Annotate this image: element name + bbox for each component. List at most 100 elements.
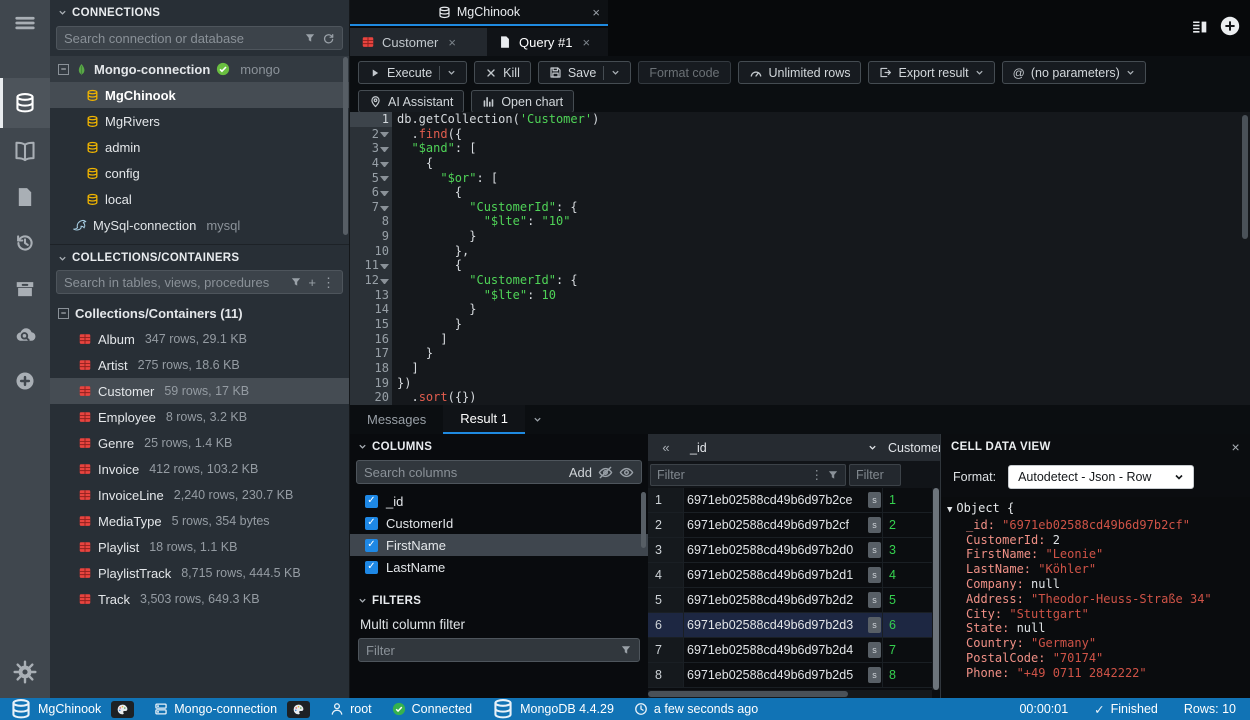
collection-item[interactable]: Invoice 412 rows, 103.2 KB [50,456,349,482]
nav-reference[interactable] [0,128,50,174]
line-gutter[interactable]: 10 [350,244,392,259]
fold-arrow-icon[interactable] [380,188,389,197]
connection-item-mongo[interactable]: − Mongo-connection mongo [50,56,349,82]
statusbar-status[interactable]: Connected [392,702,472,716]
multi-column-filter-input[interactable]: Filter [358,638,640,662]
table-search-input[interactable]: Search in tables, views, procedures + ⋮ [56,270,343,294]
statusbar-connection[interactable]: Mongo-connection [154,701,310,718]
new-tab-icon[interactable] [1220,16,1240,36]
checkbox-checked-icon[interactable]: ✓ [365,539,378,552]
line-gutter[interactable]: 4 [350,156,392,171]
checkbox-checked-icon[interactable]: ✓ [365,561,378,574]
line-gutter[interactable]: 1 [350,112,392,127]
row-number[interactable]: 2 [648,513,684,537]
split-view-icon[interactable] [1191,18,1208,35]
line-gutter[interactable]: 7 [350,200,392,215]
row-number[interactable]: 8 [648,663,684,687]
open-chart-button[interactable]: Open chart [471,90,574,113]
line-gutter[interactable]: 13 [350,288,392,303]
columns-scrollbar[interactable] [641,492,646,548]
line-gutter[interactable]: 20 [350,390,392,405]
fold-arrow-icon[interactable] [380,276,389,285]
palette-icon[interactable] [111,701,134,718]
column-item[interactable]: ✓ _id [350,490,648,512]
line-gutter[interactable]: 2 [350,127,392,142]
column-item[interactable]: ✓ LastName [350,556,648,578]
database-item[interactable]: config [50,160,349,186]
add-icon[interactable]: + [308,276,316,289]
id-filter-input[interactable]: Filter ⋮ [650,464,846,486]
ai-assistant-button[interactable]: AI Assistant [358,90,464,113]
collection-item[interactable]: Employee 8 rows, 3.2 KB [50,404,349,430]
line-gutter[interactable]: 17 [350,346,392,361]
connection-search-input[interactable]: Search connection or database [56,26,343,50]
cell-id[interactable]: 6971eb02588cd49b6d97b2d4 s [684,638,883,662]
show-all-icon[interactable] [619,465,634,480]
column-item[interactable]: ✓ CustomerId [350,512,648,534]
collection-item[interactable]: Track 3,503 rows, 649.3 KB [50,586,349,612]
line-gutter[interactable]: 8 [350,214,392,229]
line-gutter[interactable]: 5 [350,171,392,186]
hide-all-icon[interactable] [598,465,613,480]
collection-item[interactable]: MediaType 5 rows, 354 bytes [50,508,349,534]
line-gutter[interactable]: 3 [350,141,392,156]
cell-id[interactable]: 6971eb02588cd49b6d97b2d1 s [684,563,883,587]
line-gutter[interactable]: 19 [350,376,392,391]
database-item[interactable]: MgRivers [50,108,349,134]
columns-header[interactable]: COLUMNS [350,434,648,459]
cell-id[interactable]: 6971eb02588cd49b6d97b2d2 s [684,588,883,612]
grid-horizontal-scrollbar[interactable] [648,690,932,698]
collections-header[interactable]: COLLECTIONS/CONTAINERS [50,244,349,269]
chevron-down-icon[interactable] [447,68,456,77]
collection-item[interactable]: InvoiceLine 2,240 rows, 230.7 KB [50,482,349,508]
chevron-down-icon[interactable] [611,68,620,77]
database-item[interactable]: MgChinook [50,82,349,108]
cell-id[interactable]: 6971eb02588cd49b6d97b2cf s [684,513,883,537]
row-number[interactable]: 3 [648,538,684,562]
close-group-icon[interactable]: × [592,5,600,20]
statusbar-version[interactable]: MongoDB 4.4.29 [492,698,614,720]
tab-result-1[interactable]: Result 1 [443,405,525,434]
chevron-down-icon[interactable] [1126,68,1135,77]
collection-item[interactable]: Customer 59 rows, 17 KB [50,378,349,404]
tab-group-header[interactable]: MgChinook × [350,0,608,26]
line-gutter[interactable]: 6 [350,185,392,200]
filter-icon[interactable] [290,276,302,288]
collection-item[interactable]: PlaylistTrack 8,715 rows, 444.5 KB [50,560,349,586]
format-code-button[interactable]: Format code [638,61,730,84]
connections-header[interactable]: CONNECTIONS [50,0,349,25]
sort-chevron-icon[interactable] [868,441,877,455]
sidebar-scrollbar[interactable] [343,57,348,235]
export-result-button[interactable]: Export result [868,61,994,84]
checkbox-checked-icon[interactable]: ✓ [365,495,378,508]
line-gutter[interactable]: 12 [350,273,392,288]
close-icon[interactable]: × [1232,439,1240,455]
collapse-triangle-icon[interactable]: ▼ [947,505,952,515]
tab-messages[interactable]: Messages [350,405,443,434]
collections-root[interactable]: − Collections/Containers (11) [50,300,349,326]
chevron-down-icon[interactable] [975,68,984,77]
filter-icon[interactable] [827,469,839,481]
query-editor[interactable]: 1 db.getCollection('Customer') 2 .find({… [350,112,1250,405]
columns-search-input[interactable]: Search columns Add [356,460,642,484]
connection-item-mysql[interactable]: MySql-connection mysql [50,212,349,238]
nav-add-connection[interactable] [0,358,50,404]
cell-id[interactable]: 6971eb02588cd49b6d97b2d0 s [684,538,883,562]
palette-icon[interactable] [287,701,310,718]
fold-arrow-icon[interactable] [380,261,389,270]
filters-header[interactable]: FILTERS [350,588,648,613]
line-gutter[interactable]: 9 [350,229,392,244]
customerid-filter-input[interactable]: Filter [849,464,901,486]
collapse-box-icon[interactable]: − [58,308,69,319]
fold-arrow-icon[interactable] [380,144,389,153]
row-number[interactable]: 1 [648,488,684,512]
nav-cloud-search[interactable] [0,312,50,358]
nav-history[interactable] [0,220,50,266]
settings-button[interactable] [0,646,50,698]
line-gutter[interactable]: 16 [350,332,392,347]
kebab-menu-icon[interactable]: ⋮ [811,467,824,482]
grid-vertical-scrollbar[interactable] [932,488,940,690]
row-number[interactable]: 6 [648,613,684,637]
nav-archive[interactable] [0,266,50,312]
kill-button[interactable]: Kill [474,61,531,84]
